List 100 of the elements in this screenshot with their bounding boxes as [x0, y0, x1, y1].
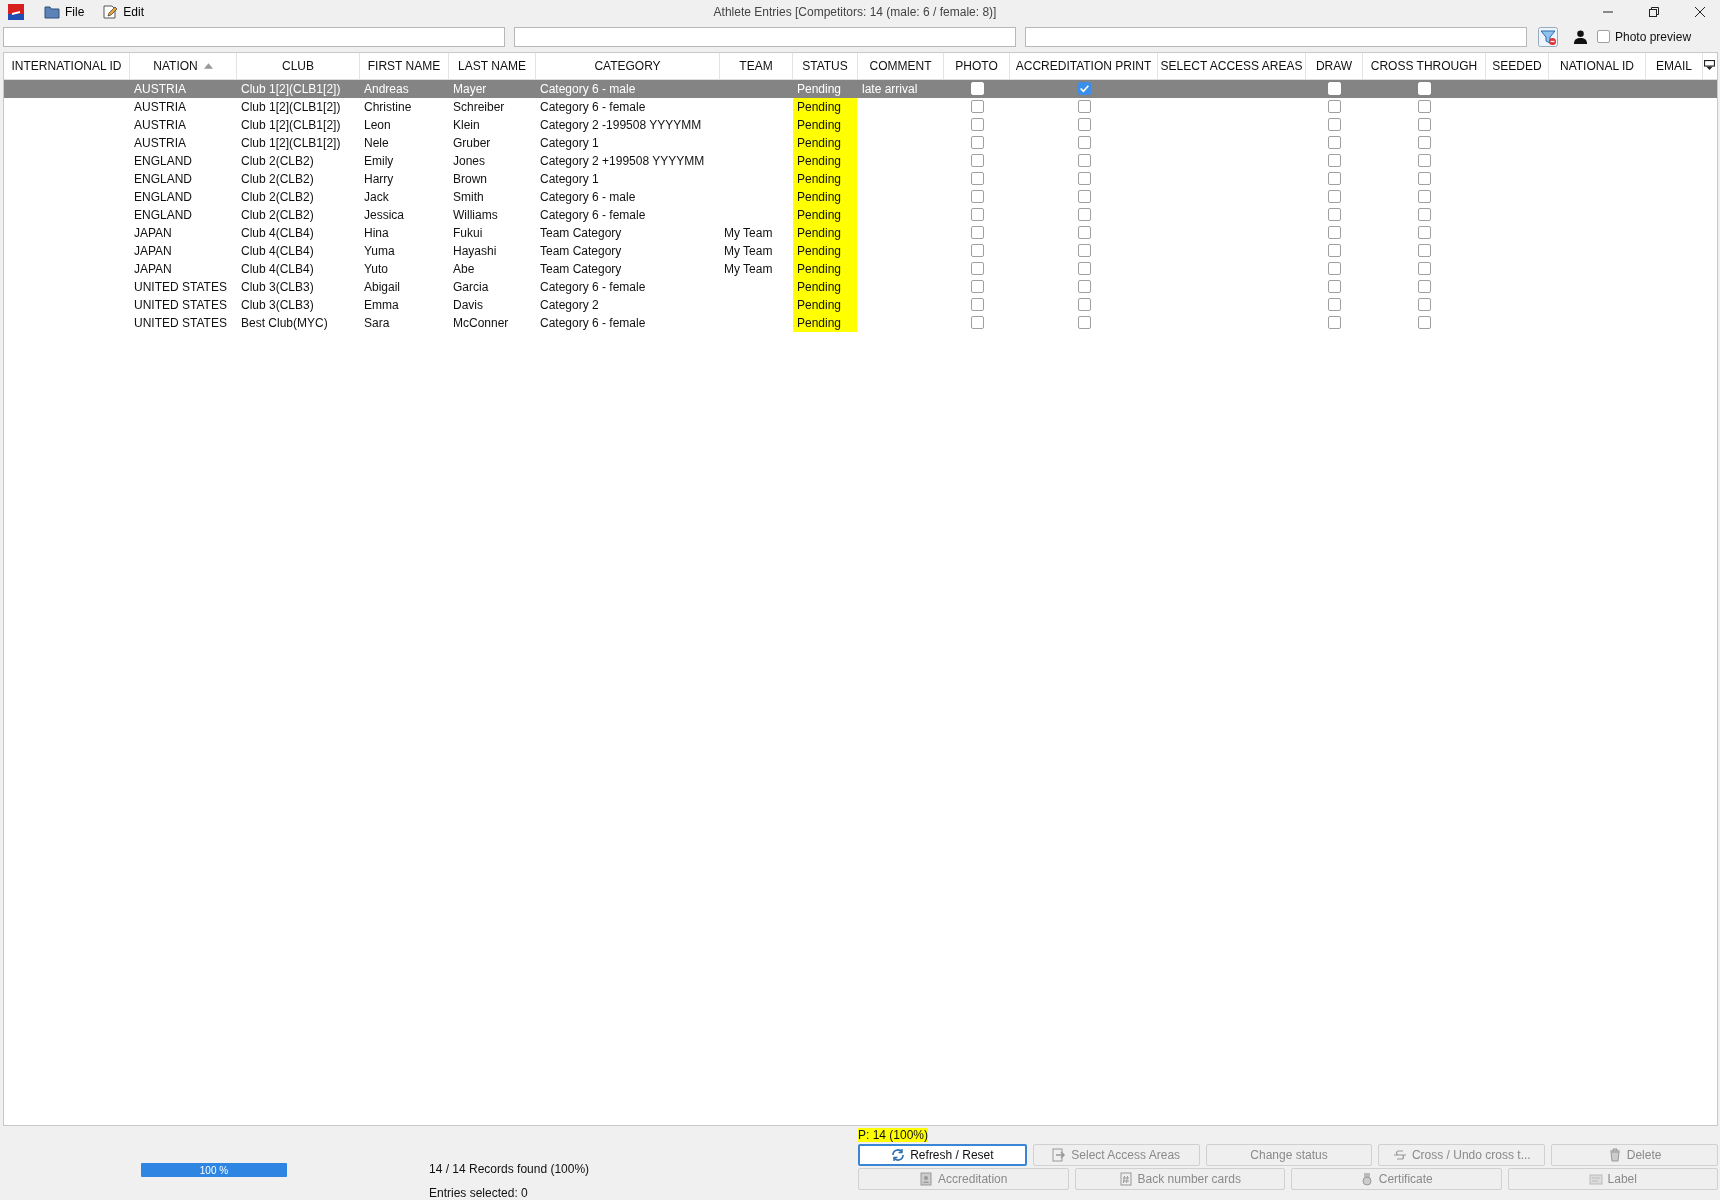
- column-header[interactable]: FIRST NAME: [360, 52, 449, 79]
- photo-preview-checkbox[interactable]: [1597, 30, 1610, 44]
- cross-through-checkbox[interactable]: [1418, 226, 1431, 240]
- photo-checkbox[interactable]: [970, 154, 984, 168]
- photo-checkbox[interactable]: [970, 244, 984, 258]
- draw-checkbox[interactable]: [1328, 154, 1341, 168]
- column-header[interactable]: TEAM: [720, 52, 793, 79]
- filter-field[interactable]: [514, 26, 1016, 47]
- photo-checkbox[interactable]: [970, 316, 984, 330]
- clear-filter-icon[interactable]: [1538, 26, 1558, 47]
- photo-checkbox[interactable]: [970, 226, 984, 240]
- cross-through-checkbox[interactable]: [1418, 262, 1431, 276]
- draw-checkbox[interactable]: [1328, 190, 1341, 204]
- table-row[interactable]: UNITED STATES Club 3(CLB3) Abigail Garcia Category 6 - female Pending: [4, 277, 1717, 296]
- accreditation-checkbox[interactable]: [1077, 226, 1091, 240]
- menu-item[interactable]: File: [40, 3, 89, 20]
- cross-through-checkbox[interactable]: [1418, 136, 1431, 150]
- photo-checkbox[interactable]: [970, 208, 984, 222]
- photo-checkbox[interactable]: [970, 298, 984, 312]
- draw-checkbox[interactable]: [1328, 262, 1341, 276]
- cross-through-checkbox[interactable]: [1418, 172, 1431, 186]
- table-row[interactable]: JAPAN Club 4(CLB4) Hina Fukui Team Category My Team Pending: [4, 223, 1717, 242]
- table-row[interactable]: AUSTRIA Club 1[2](CLB1[2]) Christine Schreiber Category 6 - female Pending: [4, 97, 1717, 116]
- cross-through-checkbox[interactable]: [1418, 100, 1431, 114]
- draw-checkbox[interactable]: [1328, 208, 1341, 222]
- accreditation-checkbox[interactable]: [1077, 190, 1091, 204]
- accreditation-checkbox[interactable]: [1077, 316, 1091, 330]
- column-header[interactable]: LAST NAME: [449, 52, 536, 79]
- column-header[interactable]: DRAW: [1306, 52, 1363, 79]
- table-row[interactable]: AUSTRIA Club 1[2](CLB1[2]) Leon Klein Category 2 -199508 YYYYMM Pending: [4, 115, 1717, 134]
- nation-cell: UNITED STATES: [134, 297, 227, 312]
- table-row[interactable]: ENGLAND Club 2(CLB2) Emily Jones Category 2 +199508 YYYYMM Pending: [4, 151, 1717, 170]
- accreditation-checkbox[interactable]: [1077, 118, 1091, 132]
- table-row[interactable]: JAPAN Club 4(CLB4) Yuto Abe Team Category My Team Pending: [4, 259, 1717, 278]
- column-chooser-icon[interactable]: [1704, 59, 1715, 71]
- first-name-cell: Christine: [364, 99, 412, 114]
- table-row[interactable]: ENGLAND Club 2(CLB2) Harry Brown Category 1 Pending: [4, 169, 1717, 188]
- table-row[interactable]: ENGLAND Club 2(CLB2) Jack Smith Category 6 - male Pending: [4, 187, 1717, 206]
- column-header[interactable]: CROSS THROUGH: [1363, 52, 1486, 79]
- accreditation-checkbox[interactable]: [1077, 208, 1091, 222]
- photo-checkbox[interactable]: [970, 136, 984, 150]
- draw-checkbox[interactable]: [1328, 316, 1341, 330]
- column-header[interactable]: CATEGORY: [536, 52, 720, 79]
- cross-through-checkbox[interactable]: [1418, 208, 1431, 222]
- draw-checkbox[interactable]: [1328, 280, 1341, 294]
- column-header[interactable]: SEEDED: [1486, 52, 1549, 79]
- accreditation-checkbox[interactable]: [1077, 154, 1091, 168]
- cross-through-checkbox[interactable]: [1418, 244, 1431, 258]
- photo-checkbox[interactable]: [970, 172, 984, 186]
- menu-item[interactable]: Edit: [98, 3, 149, 20]
- draw-checkbox[interactable]: [1328, 100, 1341, 114]
- restore-icon[interactable]: [1648, 5, 1660, 18]
- column-header[interactable]: CLUB: [237, 52, 360, 79]
- column-header[interactable]: COMMENT: [858, 52, 944, 79]
- column-header[interactable]: STATUS: [793, 52, 858, 79]
- category-cell: Category 1: [540, 135, 599, 150]
- draw-checkbox[interactable]: [1328, 244, 1341, 258]
- accreditation-checkbox[interactable]: [1077, 262, 1091, 276]
- cross-through-checkbox[interactable]: [1418, 280, 1431, 294]
- table-row[interactable]: UNITED STATES Best Club(MYC) Sara McConner Category 6 - female Pending: [4, 313, 1717, 332]
- accreditation-checkbox[interactable]: [1077, 280, 1091, 294]
- draw-checkbox[interactable]: [1328, 118, 1341, 132]
- column-header[interactable]: SELECT ACCESS AREAS: [1158, 52, 1306, 79]
- cross-through-checkbox[interactable]: [1418, 154, 1431, 168]
- accreditation-checkbox[interactable]: [1077, 82, 1091, 96]
- filter-field[interactable]: [3, 26, 505, 47]
- accreditation-checkbox[interactable]: [1077, 100, 1091, 114]
- column-header[interactable]: NATIONAL ID: [1549, 52, 1646, 79]
- draw-checkbox[interactable]: [1328, 172, 1341, 186]
- table-row[interactable]: AUSTRIA Club 1[2](CLB1[2]) Nele Gruber Category 1 Pending: [4, 133, 1717, 152]
- pending-summary: P: 14 (100%): [858, 1128, 929, 1142]
- accreditation-checkbox[interactable]: [1077, 244, 1091, 258]
- table-row[interactable]: ENGLAND Club 2(CLB2) Jessica Williams Category 6 - female Pending: [4, 205, 1717, 224]
- column-header[interactable]: EMAIL: [1646, 52, 1703, 79]
- action-button[interactable]: Refresh / Reset: [858, 1144, 1027, 1166]
- cross-through-checkbox[interactable]: [1418, 190, 1431, 204]
- draw-checkbox[interactable]: [1328, 226, 1341, 240]
- cross-through-checkbox[interactable]: [1418, 118, 1431, 132]
- photo-checkbox[interactable]: [970, 100, 984, 114]
- photo-checkbox[interactable]: [970, 118, 984, 132]
- photo-checkbox[interactable]: [970, 190, 984, 204]
- table-row[interactable]: JAPAN Club 4(CLB4) Yuma Hayashi Team Category My Team Pending: [4, 241, 1717, 260]
- column-header[interactable]: INTERNATIONAL ID: [4, 52, 130, 79]
- draw-checkbox[interactable]: [1328, 136, 1341, 150]
- cross-through-checkbox[interactable]: [1418, 316, 1431, 330]
- filter-field[interactable]: [1025, 26, 1527, 47]
- nation-cell: ENGLAND: [134, 207, 192, 222]
- photo-checkbox[interactable]: [970, 262, 984, 276]
- table-row[interactable]: UNITED STATES Club 3(CLB3) Emma Davis Category 2 Pending: [4, 295, 1717, 314]
- cross-through-checkbox[interactable]: [1418, 298, 1431, 312]
- column-header[interactable]: NATION: [130, 52, 237, 79]
- column-header[interactable]: PHOTO: [944, 52, 1010, 79]
- refresh-icon: [891, 1148, 906, 1162]
- draw-checkbox[interactable]: [1328, 298, 1341, 312]
- column-header[interactable]: ACCREDITATION PRINT: [1010, 52, 1158, 79]
- photo-checkbox[interactable]: [970, 280, 984, 294]
- close-icon[interactable]: [1694, 5, 1706, 18]
- accreditation-checkbox[interactable]: [1077, 136, 1091, 150]
- accreditation-checkbox[interactable]: [1077, 298, 1091, 312]
- accreditation-checkbox[interactable]: [1077, 172, 1091, 186]
